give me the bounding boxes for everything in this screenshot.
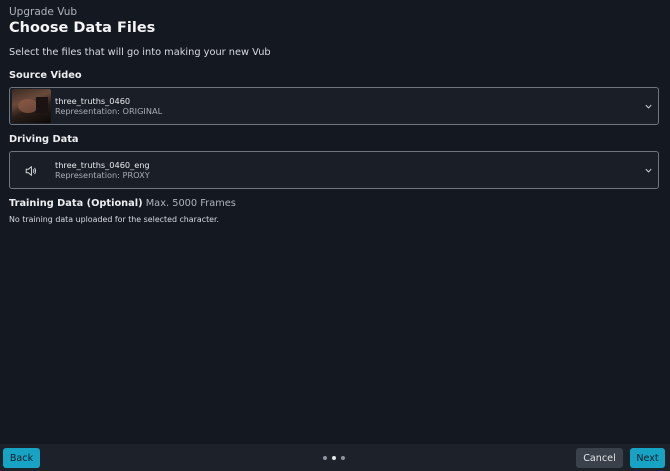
- next-button[interactable]: Next: [630, 448, 665, 468]
- back-button[interactable]: Back: [3, 448, 40, 468]
- source-video-label: Source Video: [9, 70, 82, 81]
- training-data-heading: Training Data (Optional) Max. 5000 Frame…: [9, 198, 236, 209]
- driving-data-label: Driving Data: [9, 134, 79, 145]
- training-data-label: Training Data (Optional): [9, 198, 143, 209]
- chevron-down-icon[interactable]: [644, 102, 653, 111]
- step-dot: [341, 456, 345, 460]
- step-dot: [323, 456, 327, 460]
- source-video-representation: Representation: ORIGINAL: [55, 106, 163, 116]
- video-thumbnail: [12, 89, 51, 123]
- driving-data-name: three_truths_0460_eng: [55, 160, 150, 170]
- page-title: Choose Data Files: [9, 20, 156, 36]
- chevron-down-icon[interactable]: [644, 166, 653, 175]
- cancel-button[interactable]: Cancel: [576, 448, 623, 468]
- training-data-limit: Max. 5000 Frames: [145, 198, 236, 209]
- driving-data-select[interactable]: three_truths_0460_eng Representation: PR…: [9, 151, 659, 189]
- step-indicator: [323, 456, 345, 460]
- training-data-empty-message: No training data uploaded for the select…: [9, 215, 220, 224]
- dialog-footer: Back Cancel Next: [0, 444, 670, 471]
- step-dot-current: [332, 456, 336, 460]
- driving-data-representation: Representation: PROXY: [55, 170, 150, 180]
- speaker-icon: [25, 166, 37, 176]
- dialog-kicker: Upgrade Vub: [9, 6, 78, 18]
- source-video-select[interactable]: three_truths_0460 Representation: ORIGIN…: [9, 87, 659, 125]
- upgrade-vub-dialog: Upgrade Vub Choose Data Files Select the…: [0, 0, 670, 444]
- page-subtitle: Select the files that will go into makin…: [9, 47, 271, 58]
- source-video-name: three_truths_0460: [55, 96, 131, 106]
